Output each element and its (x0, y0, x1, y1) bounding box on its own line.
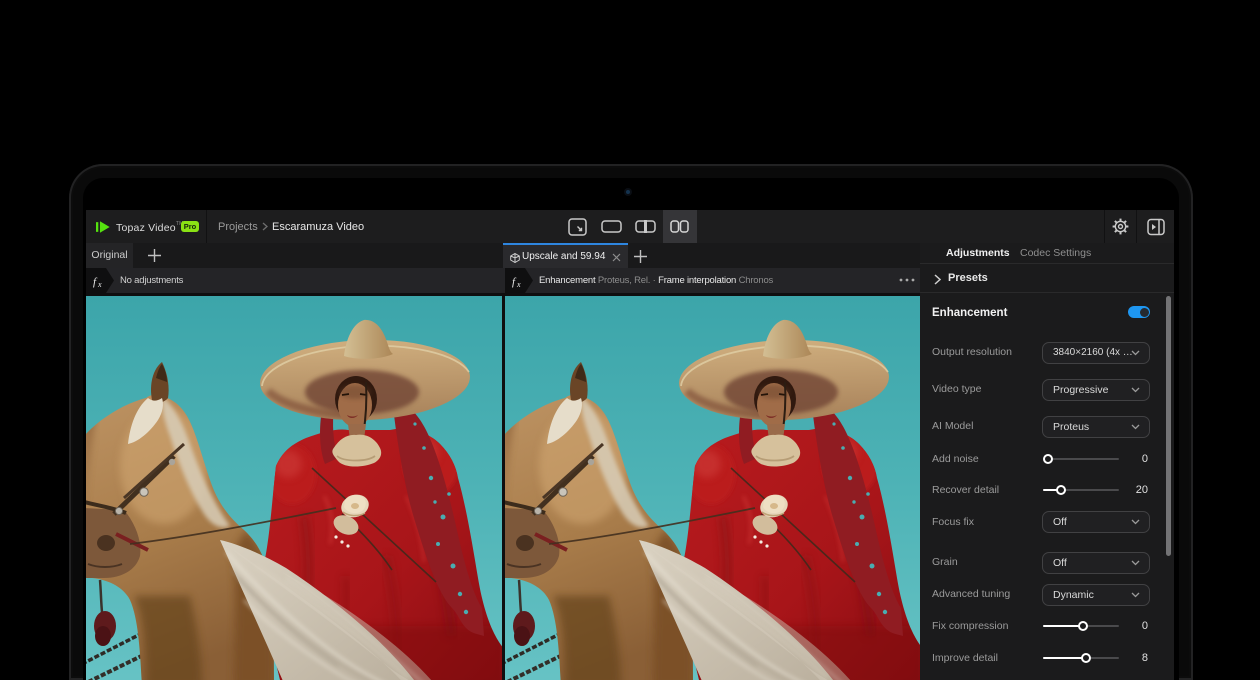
svg-text:x: x (97, 280, 102, 289)
svg-text:x: x (516, 280, 521, 289)
